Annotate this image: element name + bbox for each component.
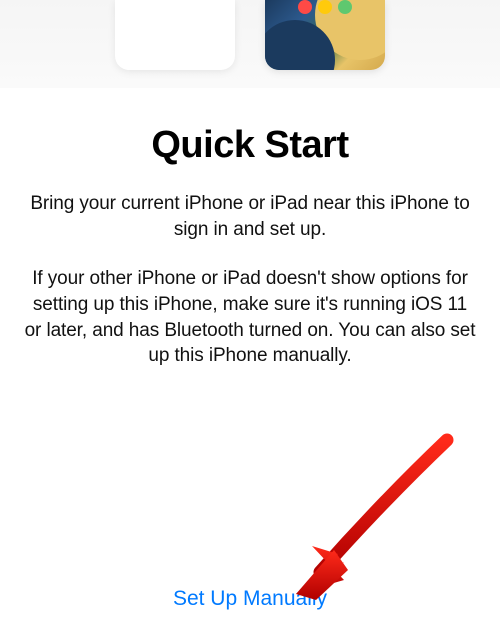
page-title: Quick Start [22, 124, 478, 167]
instruction-text-1: Bring your current iPhone or iPad near t… [22, 191, 478, 242]
dot-icon [298, 0, 312, 14]
annotation-arrow-icon [272, 432, 472, 612]
content-area: Quick Start Bring your current iPhone or… [0, 88, 500, 369]
dot-icon [338, 0, 352, 14]
phone-illustration-left [115, 0, 235, 70]
app-dots [298, 0, 352, 14]
set-up-manually-button[interactable]: Set Up Manually [0, 587, 500, 611]
dot-icon [318, 0, 332, 14]
phone-illustration-right [265, 0, 385, 70]
hero-illustration [0, 0, 500, 88]
instruction-text-2: If your other iPhone or iPad doesn't sho… [22, 266, 478, 369]
